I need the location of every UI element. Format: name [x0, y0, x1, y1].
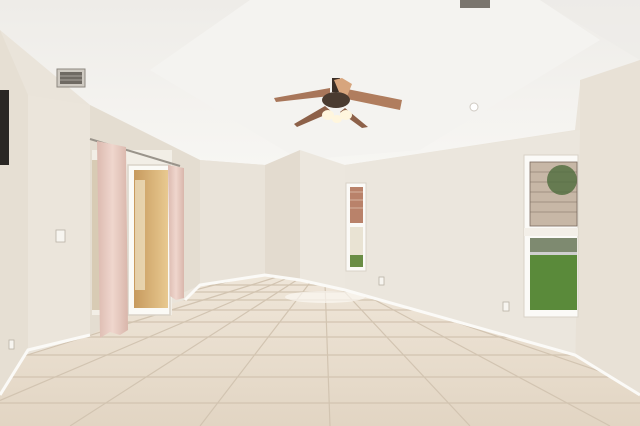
air-vent-icon: [56, 68, 86, 88]
window-icon: [345, 182, 367, 272]
outlet-icon-left: [8, 339, 15, 350]
outlet-icon-right: [378, 276, 385, 286]
recessed-light-icon: [469, 102, 479, 112]
window-icon-right: [523, 154, 579, 318]
light-switch-icon: [55, 229, 66, 243]
back-wall: [200, 150, 345, 290]
room-photo: [0, 0, 640, 426]
wall-mirror-edge: [0, 90, 9, 165]
outlet-icon: [502, 301, 510, 312]
air-vent-icon-small: [460, 0, 490, 8]
